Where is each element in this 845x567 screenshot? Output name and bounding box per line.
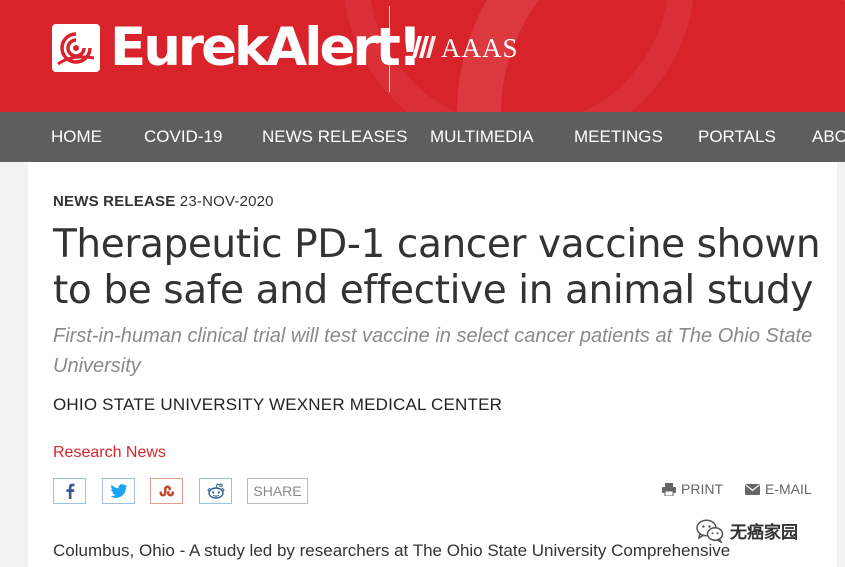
twitter-icon	[110, 484, 127, 498]
email-button[interactable]: E-MAIL	[745, 481, 812, 497]
article-subtitle: First-in-human clinical trial will test …	[53, 325, 813, 377]
main-nav: HOME COVID-19 NEWS RELEASES MULTIMEDIA M…	[0, 112, 845, 162]
facebook-icon	[65, 483, 74, 499]
share-reddit-button[interactable]	[199, 478, 232, 504]
site-header: EurekAlert! AAAS	[0, 0, 845, 112]
print-button[interactable]: PRINT	[662, 481, 723, 497]
header-divider	[389, 6, 390, 92]
nav-item-home[interactable]: HOME	[51, 112, 102, 162]
envelope-icon	[745, 483, 760, 495]
nav-item-news-releases[interactable]: NEWS RELEASES	[262, 112, 408, 162]
share-facebook-button[interactable]	[53, 478, 86, 504]
release-type-label: NEWS RELEASE	[53, 193, 176, 210]
nav-item-multimedia[interactable]: MULTIMEDIA	[430, 112, 534, 162]
article-category-link[interactable]: Research News	[53, 444, 166, 462]
share-twitter-button[interactable]	[102, 478, 135, 504]
email-label: E-MAIL	[765, 481, 812, 497]
article-body-text: Columbus, Ohio - A study led by research…	[53, 541, 731, 560]
aaas-logo-text[interactable]: AAAS	[441, 33, 519, 63]
nav-item-portals[interactable]: PORTALS	[698, 112, 776, 162]
share-button[interactable]: SHARE	[247, 478, 308, 504]
stumbleupon-icon	[159, 485, 174, 497]
reddit-icon	[207, 483, 224, 499]
nav-item-covid-19[interactable]: COVID-19	[144, 112, 222, 162]
printer-icon	[662, 482, 676, 496]
nav-item-about[interactable]: ABOUT	[812, 112, 845, 162]
eurekalert-logo-icon[interactable]	[52, 24, 100, 72]
aaas-logo-icon[interactable]	[410, 34, 438, 60]
article-institution[interactable]: OHIO STATE UNIVERSITY WEXNER MEDICAL CEN…	[53, 395, 502, 415]
site-logo-text[interactable]: EurekAlert!	[110, 14, 422, 82]
wechat-icon	[696, 518, 724, 543]
article-meta: NEWS RELEASE 23-NOV-2020	[53, 193, 274, 210]
print-label: PRINT	[681, 481, 723, 497]
article-title: Therapeutic PD-1 cancer vaccine shown to…	[53, 222, 821, 313]
release-date: 23-NOV-2020	[179, 193, 274, 210]
nav-item-meetings[interactable]: MEETINGS	[574, 112, 663, 162]
share-stumbleupon-button[interactable]	[150, 478, 183, 504]
